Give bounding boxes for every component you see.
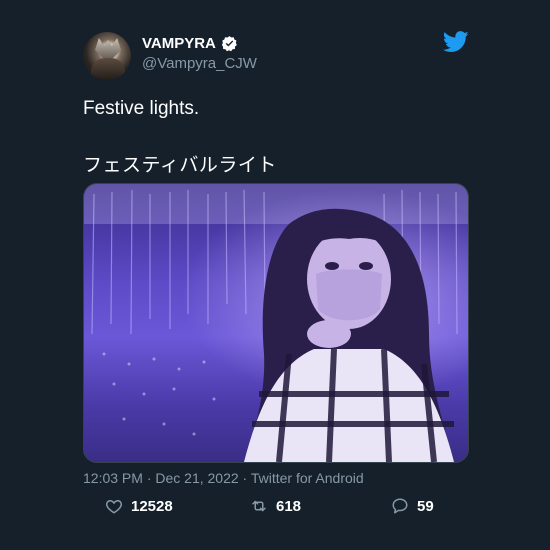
twitter-bird-icon[interactable] (442, 31, 469, 53)
avatar-mask-shape (95, 38, 121, 58)
reply-action[interactable]: 59 (391, 497, 434, 515)
reply-count: 59 (417, 497, 434, 515)
tweet-text-line-1: Festive lights. (83, 98, 200, 119)
retweet-count: 618 (276, 497, 302, 515)
avatar-body-shape (91, 58, 125, 80)
avatar[interactable] (83, 32, 131, 80)
like-count: 12528 (131, 497, 173, 515)
verified-badge-icon (221, 35, 238, 52)
retweet-action[interactable]: 618 (250, 497, 301, 515)
author-display-name[interactable]: VAMPYRA (142, 35, 216, 52)
tweet-timestamp[interactable]: 12:03 PM · Dec 21, 2022 · Twitter for An… (83, 470, 364, 486)
tweet-card: VAMPYRA @Vampyra_CJW Festive lights. フェス… (0, 0, 550, 550)
heart-icon (106, 499, 122, 514)
retweet-icon (252, 500, 266, 512)
tweet-actions: 12528 618 59 (0, 497, 550, 521)
author-handle[interactable]: @Vampyra_CJW (142, 55, 257, 72)
like-action[interactable]: 12528 (105, 497, 173, 515)
tweet-text-line-2: フェスティバルライト (83, 155, 277, 176)
reply-icon (392, 498, 408, 514)
tweet-photo[interactable] (83, 183, 469, 463)
author-name-row: VAMPYRA (142, 35, 238, 52)
photo-illustration (84, 184, 468, 462)
